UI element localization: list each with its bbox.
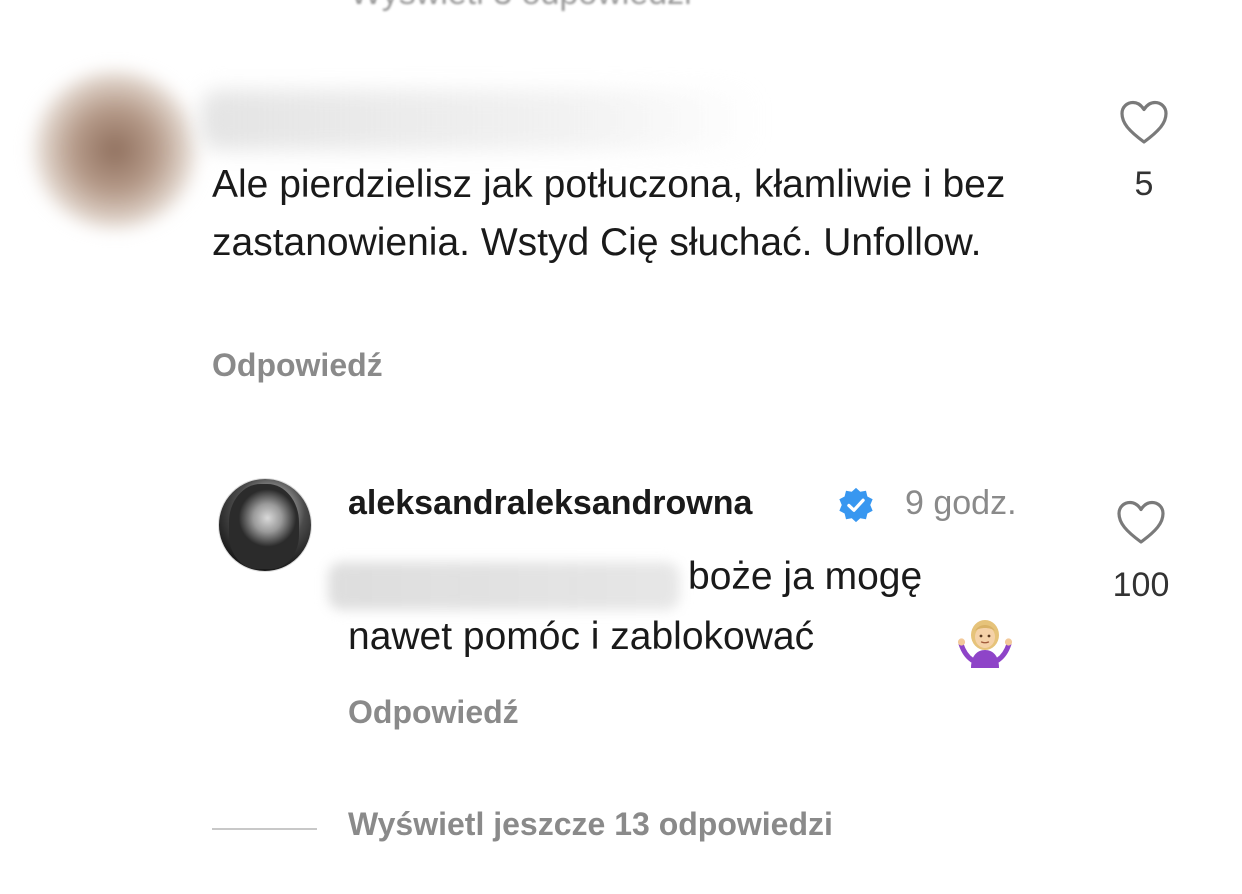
reply-button[interactable]: Odpowiedź <box>212 347 383 384</box>
like-button[interactable] <box>1118 100 1170 146</box>
avatar-photo <box>229 484 299 569</box>
view-more-divider <box>212 828 317 830</box>
comment-text-line-2: nawet pomóc i zablokować <box>348 615 815 658</box>
top-partial-text: Wyświetl 3 odpowiedzi <box>350 0 692 13</box>
like-count: 100 <box>1112 566 1170 604</box>
reply-button[interactable]: Odpowiedź <box>348 694 519 731</box>
avatar-blurred[interactable] <box>30 70 200 230</box>
view-more-replies-button[interactable]: Wyświetl jeszcze 13 odpowiedzi <box>348 806 833 843</box>
person-shrugging-emoji <box>957 620 1013 668</box>
heart-outline-icon <box>1120 100 1168 144</box>
mention-blurred[interactable] <box>328 562 680 610</box>
like-button[interactable] <box>1115 500 1167 546</box>
like-count: 5 <box>1134 165 1154 203</box>
heart-outline-icon <box>1117 500 1165 544</box>
timestamp: 9 godz. <box>905 484 1017 522</box>
username-blurred[interactable] <box>200 90 760 150</box>
comment-text-line-1: boże ja mogę <box>688 555 923 598</box>
comment-text: Ale pierdzielisz jak potłuczona, kłamliw… <box>212 163 1006 264</box>
username[interactable]: aleksandraleksandrowna <box>348 484 752 523</box>
verified-badge-icon <box>839 487 873 523</box>
avatar[interactable] <box>218 478 312 572</box>
